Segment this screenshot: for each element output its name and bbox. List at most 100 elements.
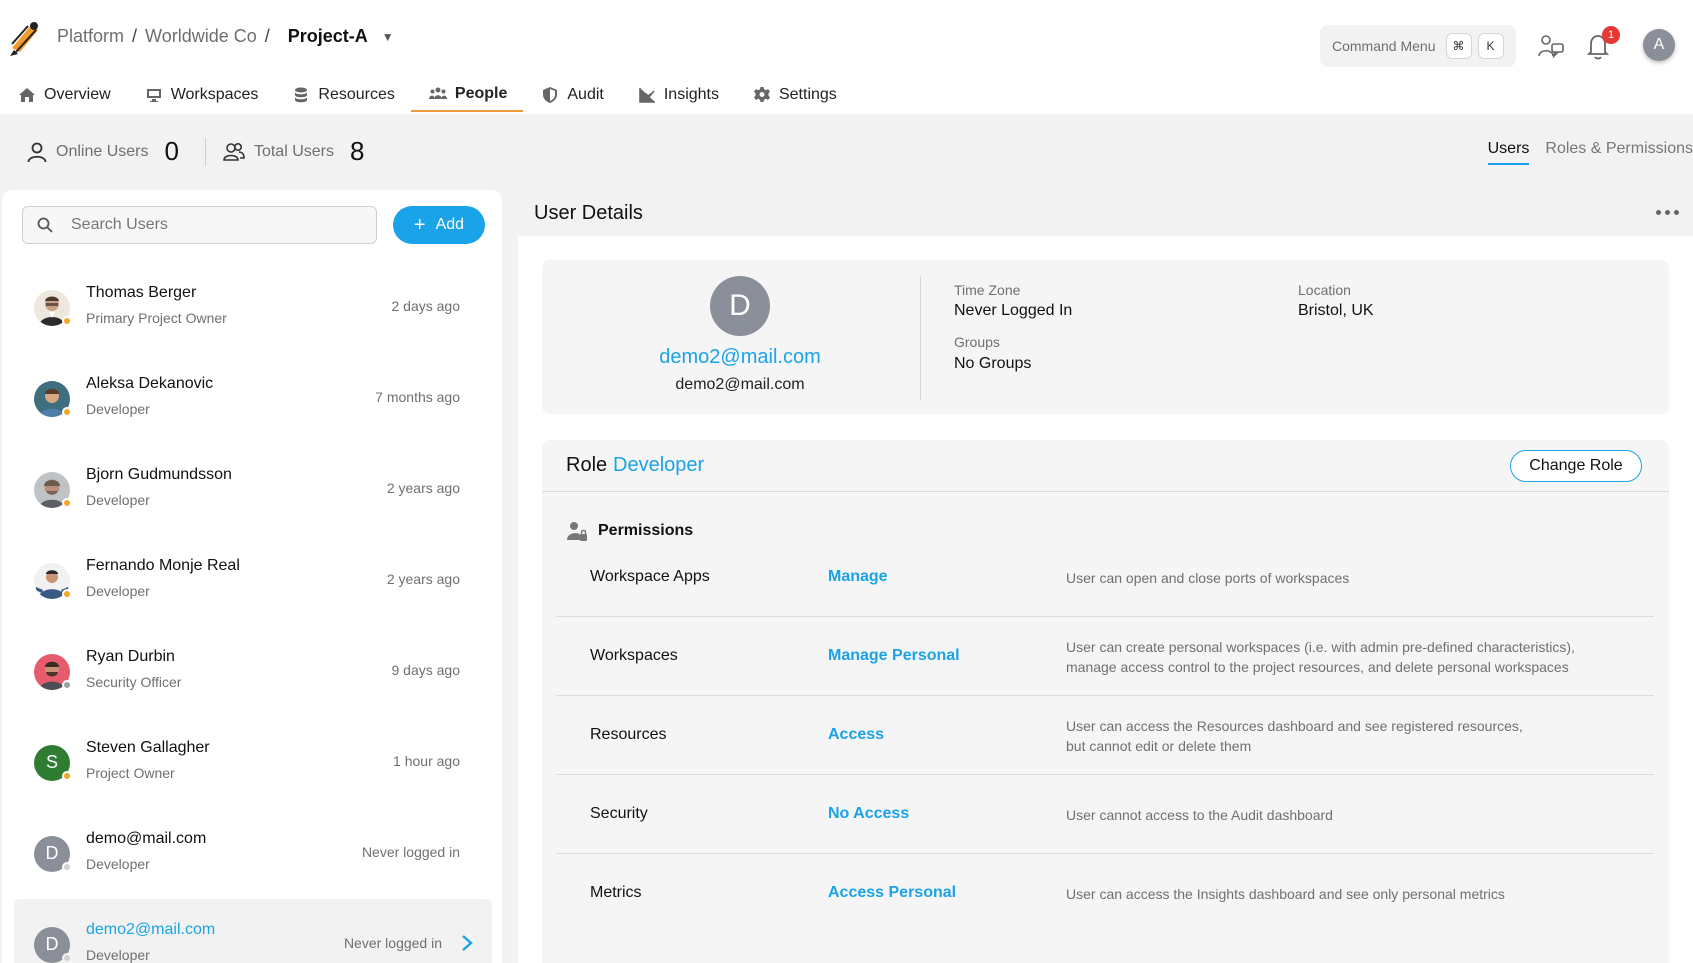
brand-logo-icon[interactable]: [8, 18, 42, 58]
permission-row: Resources Access User can access the Res…: [556, 696, 1654, 775]
avatar: [34, 653, 72, 690]
timezone-label: Time Zone: [954, 282, 1021, 298]
breadcrumb: Platform / Worldwide Co / Project-A ▼: [57, 26, 394, 47]
status-indicator: [62, 497, 72, 508]
tab-settings[interactable]: Settings: [735, 78, 853, 112]
user-role: Developer: [86, 856, 150, 872]
location-value: Bristol, UK: [1298, 302, 1374, 319]
user-icon: [27, 142, 47, 162]
subtab-users[interactable]: Users: [1487, 140, 1530, 165]
user-stats: Online Users 0 Total Users 8: [26, 136, 364, 167]
permission-level[interactable]: Access Personal: [828, 884, 956, 902]
user-list-item[interactable]: Ryan Durbin Security Officer 9 days ago: [14, 626, 492, 717]
support-chat-icon[interactable]: [1537, 32, 1565, 60]
permission-row: Workspaces Manage Personal User can crea…: [556, 617, 1654, 696]
chart-line-icon: [639, 88, 655, 103]
user-list-item[interactable]: Fernando Monje Real Developer 2 years ag…: [14, 535, 492, 626]
avatar: [34, 471, 72, 508]
status-indicator: [62, 315, 72, 326]
top-header: Platform / Worldwide Co / Project-A ▼ Co…: [0, 0, 1693, 114]
user-list-item[interactable]: S Steven Gallagher Project Owner 1 hour …: [14, 717, 492, 808]
plus-icon: +: [413, 214, 426, 236]
permission-level[interactable]: Manage: [828, 568, 888, 586]
tab-label: Audit: [567, 86, 604, 103]
online-users-count: 0: [164, 136, 179, 166]
users-group-icon: [223, 142, 245, 161]
tab-people[interactable]: People: [410, 78, 524, 112]
chevron-right-icon[interactable]: [460, 933, 474, 953]
user-list-item[interactable]: Aleksa Dekanovic Developer 7 months ago: [14, 353, 492, 444]
subtab-roles-permissions[interactable]: Roles & Permissions: [1545, 140, 1693, 165]
total-users-stat: Total Users 8: [222, 136, 364, 167]
user-name: Bjorn Gudmundsson: [86, 466, 232, 483]
breadcrumb-separator: /: [132, 26, 138, 46]
command-menu-button[interactable]: Command Menu ⌘ K: [1320, 25, 1516, 67]
search-input[interactable]: [71, 216, 321, 234]
main-tabs: Overview Workspaces Resources People Aud…: [0, 78, 853, 114]
people-subtabs: Users Roles & Permissions: [1487, 140, 1693, 165]
user-role: Developer: [86, 947, 150, 963]
user-list-item-selected[interactable]: D demo2@mail.com Developer Never logged …: [14, 899, 492, 963]
permission-name: Security: [590, 805, 648, 822]
user-list-item[interactable]: Bjorn Gudmundsson Developer 2 years ago: [14, 444, 492, 535]
permission-name: Resources: [590, 726, 667, 743]
breadcrumb-platform[interactable]: Platform: [57, 26, 124, 47]
tab-label: Settings: [778, 86, 837, 103]
tab-resources[interactable]: Resources: [274, 78, 410, 112]
avatar: D: [34, 926, 72, 963]
command-key-icon: ⌘: [1445, 33, 1472, 59]
permission-row: Metrics Access Personal User can access …: [556, 854, 1654, 933]
location-label: Location: [1298, 282, 1351, 298]
permission-row: Security No Access User cannot access to…: [556, 775, 1654, 854]
avatar: [34, 289, 72, 326]
change-role-button[interactable]: Change Role: [1510, 450, 1642, 482]
tab-overview[interactable]: Overview: [0, 78, 127, 112]
permission-level[interactable]: Manage Personal: [828, 647, 960, 665]
user-name: Aleksa Dekanovic: [86, 375, 214, 392]
status-indicator: [62, 861, 72, 872]
tab-insights[interactable]: Insights: [620, 78, 735, 112]
user-role: Primary Project Owner: [86, 310, 227, 326]
add-user-button[interactable]: + Add: [393, 206, 485, 244]
avatar: [34, 380, 72, 417]
user-role: Project Owner: [86, 765, 175, 781]
user-role: Developer: [86, 492, 150, 508]
user-name: Steven Gallagher: [86, 739, 210, 756]
last-seen: 2 years ago: [386, 480, 460, 496]
user-avatar: D: [710, 276, 770, 336]
permission-name: Metrics: [590, 884, 642, 901]
status-indicator: [62, 679, 72, 690]
status-indicator: [62, 406, 72, 417]
search-box[interactable]: [22, 206, 377, 244]
user-role: Security Officer: [86, 674, 182, 690]
role-name: Developer: [613, 454, 705, 476]
k-key: K: [1477, 33, 1504, 59]
user-list-item[interactable]: D demo@mail.com Developer Never logged i…: [14, 808, 492, 899]
total-users-label: Total Users: [253, 142, 334, 160]
users-panel: + Add Thomas Berger Primary Project Owne…: [2, 190, 502, 963]
panel-title: User Details: [534, 201, 643, 224]
permission-description: User can access the Insights dashboard a…: [1066, 886, 1505, 902]
project-selector[interactable]: Project-A: [288, 26, 368, 47]
user-profile-card: D demo2@mail.com demo2@mail.com Time Zon…: [542, 260, 1669, 414]
user-list-item[interactable]: Thomas Berger Primary Project Owner 2 da…: [14, 262, 492, 353]
command-menu-label: Command Menu: [1332, 38, 1436, 54]
avatar: D: [34, 835, 72, 872]
user-email-link[interactable]: demo2@mail.com: [542, 346, 938, 369]
user-details-panel: User Details D demo2@mail.com demo2@mail…: [518, 190, 1693, 963]
chevron-down-icon[interactable]: ▼: [382, 30, 394, 44]
breadcrumb-organization[interactable]: Worldwide Co: [145, 26, 257, 47]
role-card: Role Developer Change Role Permissions W…: [542, 440, 1669, 963]
account-avatar[interactable]: A: [1643, 29, 1675, 61]
user-name: Fernando Monje Real: [86, 557, 240, 574]
last-seen: 1 hour ago: [393, 753, 460, 769]
stats-divider: [204, 137, 206, 166]
more-options-icon[interactable]: [1656, 210, 1679, 215]
tab-workspaces[interactable]: Workspaces: [127, 78, 275, 112]
user-email: demo2@mail.com: [675, 376, 805, 393]
permission-description: User can open and close ports of workspa…: [1066, 570, 1350, 586]
tab-audit[interactable]: Audit: [523, 78, 619, 112]
permission-level[interactable]: Access: [828, 726, 884, 744]
permission-level[interactable]: No Access: [828, 805, 909, 823]
avatar: S: [34, 744, 72, 781]
